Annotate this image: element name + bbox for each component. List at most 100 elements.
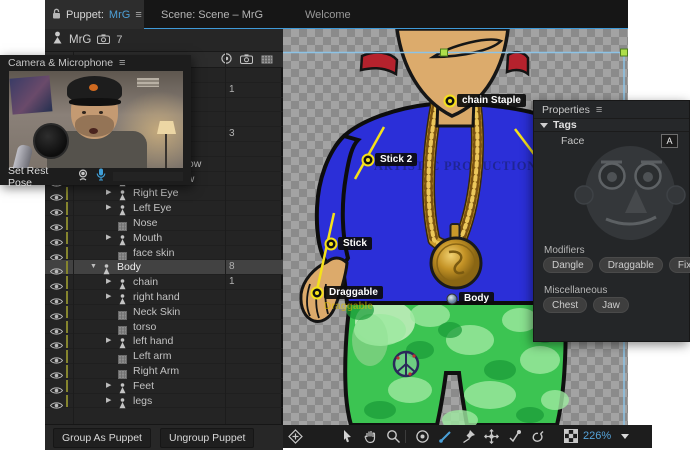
camera-column-icon[interactable] [240,51,253,69]
tree-row-nose[interactable]: Nose [45,216,283,231]
tab-scene[interactable]: Scene: Scene – MrG [153,0,271,29]
tree-row-mouth[interactable]: ▶ Mouth [45,231,283,246]
render-tick [65,320,68,334]
tree-row-right-arm[interactable]: Right Arm [45,364,283,379]
pin-tool-icon[interactable] [461,429,477,445]
expand-arrow-icon[interactable]: ▶ [106,275,111,290]
webcam-feed [9,71,183,168]
expand-arrow-icon[interactable]: ▶ [106,379,111,394]
render-tick [65,231,68,245]
modifiers-header: Modifiers [544,245,585,256]
expand-arrow-icon[interactable]: ▶ [106,231,111,246]
expand-arrow-icon[interactable]: ▶ [106,394,111,409]
layer-label: chain [133,276,159,289]
render-tick [65,187,68,200]
render-tick [65,335,68,348]
misc-jaw-pill[interactable]: Jaw [593,297,629,313]
zoom-tool-icon[interactable] [386,429,402,445]
layer-label: Mouth [133,231,163,244]
record-takes-icon[interactable] [415,429,431,445]
tab-puppet-prefix: Puppet: [66,8,104,21]
cap-brim [69,98,121,106]
camera-panel-title: Camera & Microphone [8,57,114,69]
ungroup-puppet-button[interactable]: Ungroup Puppet [159,427,255,448]
collapse-triangle-icon[interactable] [540,122,548,128]
lock-icon[interactable] [52,6,61,24]
canvas-zoom-value[interactable]: 226% [583,430,611,442]
tree-row-legs[interactable]: ▶ legs [45,394,283,409]
tree-row-left-eye[interactable]: ▶ Left Eye [45,201,283,216]
panel-menu-icon[interactable]: ≡ [135,9,141,21]
layer-label: Right Arm [133,365,180,377]
group-as-puppet-button[interactable]: Group As Puppet [53,427,151,448]
attach-tool-icon[interactable] [530,429,546,445]
puppet-root-row[interactable]: MrG 7 [45,29,283,52]
tree-row-body[interactable]: ▼ Body 8 [45,260,283,276]
lamp [157,121,176,134]
expand-arrow-icon[interactable]: ▼ [90,260,97,275]
webcam-icon[interactable] [77,168,89,186]
canvas-tag-stick-2[interactable]: Stick 2 [375,153,418,166]
tree-row-right-hand[interactable]: ▶ right hand [45,290,283,305]
render-tick [65,350,68,363]
expand-arrow-icon[interactable]: ▶ [106,334,111,349]
tree-row-left-hand[interactable]: ▶ left hand [45,334,283,350]
tree-row-face-skin[interactable]: face skin [45,246,283,261]
person-eye [82,111,86,114]
expand-arrow-icon[interactable]: ▶ [106,186,111,201]
canvas-tag-stick[interactable]: Stick [338,237,372,250]
layer-count: 1 [229,276,235,288]
layer-count: 1 [229,83,235,95]
modifier-draggable-pill[interactable]: Draggable [598,257,663,273]
record-column-icon[interactable] [221,51,232,69]
transparency-grid-icon[interactable] [564,429,580,445]
layer-label: left hand [133,335,174,348]
tree-row-left-arm[interactable]: Left arm [45,349,283,365]
toolbar-separator [405,430,406,443]
panel-footer: Group As Puppet Ungroup Puppet [45,424,283,450]
zoom-dropdown-caret[interactable] [621,434,629,439]
puppet-person-icon [52,31,63,49]
tree-row-feet[interactable]: ▶ Feet [45,379,283,394]
mic-icon[interactable] [96,168,106,186]
tab-puppet-name: MrG [108,8,131,21]
canvas-tag-body[interactable]: Body [459,292,494,305]
transform-tool-icon[interactable] [483,428,500,445]
panel-menu-icon[interactable]: ≡ [119,57,125,69]
tab-puppet[interactable]: Puppet: MrG ≡ [45,0,144,29]
misc-chest-pill[interactable]: Chest [543,297,588,313]
tree-row-torso[interactable]: torso [45,320,283,335]
dangle-tool-icon[interactable] [507,429,523,445]
camera-panel-footer: Set Rest Pose [0,165,191,189]
layer-label: Right Eye [133,187,179,200]
ghost-draggable-label: Draggable [324,301,373,312]
layer-label: Nose [133,217,158,229]
tab-welcome[interactable]: Welcome [297,0,359,29]
tree-row-neck-skin[interactable]: Neck Skin [45,305,283,320]
rig-mode-icon[interactable] [288,429,304,445]
canvas-toolbar: 226% [283,425,652,448]
mesh-column-icon[interactable] [261,51,273,69]
stick-tool-icon[interactable] [438,429,454,445]
panel-menu-icon[interactable]: ≡ [596,104,602,116]
hand-tool-icon[interactable] [363,429,379,445]
tags-section-header[interactable]: Tags [534,118,689,132]
puppet-name: MrG [69,34,92,46]
camera-count-icon [97,31,111,49]
lamp-pole [165,134,167,168]
body-tag-icon[interactable] [446,293,458,305]
visibility-eye-icon[interactable] [49,397,64,415]
canvas-tag-chain-staple[interactable]: chain Staple [457,94,526,107]
tree-row-right-eye[interactable]: ▶ Right Eye [45,186,283,202]
canvas-tag-draggable[interactable]: Draggable [324,286,383,299]
modifier-fixed-pill[interactable]: Fixed [668,257,690,273]
camera-count: 7 [116,34,123,46]
expand-arrow-icon[interactable]: ▶ [106,201,111,216]
render-tick [65,365,68,378]
set-rest-pose-button[interactable]: Set Rest Pose [8,165,70,189]
modifier-dangle-pill[interactable]: Dangle [543,257,593,273]
selection-tool-icon[interactable] [340,429,356,445]
expand-arrow-icon[interactable]: ▶ [106,290,111,305]
rig-pin-dot [366,158,370,162]
tree-row-chain[interactable]: ▶ chain 1 [45,275,283,290]
